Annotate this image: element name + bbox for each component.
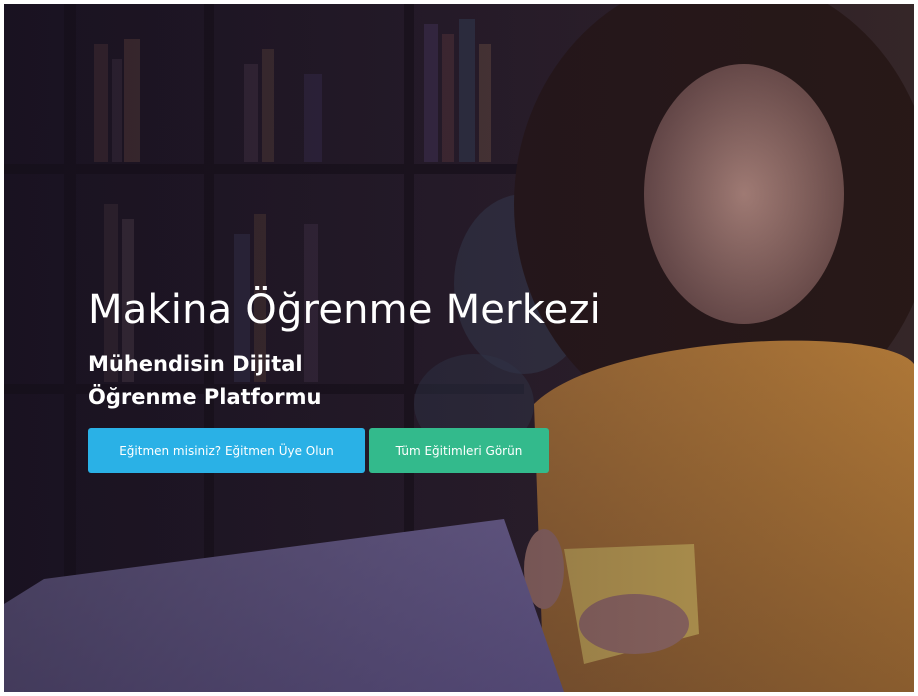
hero-subtitle-line-1: Mühendisin Dijital xyxy=(88,352,303,376)
view-all-courses-button[interactable]: Tüm Eğitimleri Görün xyxy=(369,428,549,473)
hero-subtitle-line-2: Öğrenme Platformu xyxy=(88,385,322,409)
hero-banner: Makina Öğrenme Merkezi Mühendisin Dijita… xyxy=(4,4,914,692)
hero-content: Makina Öğrenme Merkezi Mühendisin Dijita… xyxy=(88,284,688,473)
become-instructor-button[interactable]: Eğitmen misiniz? Eğitmen Üye Olun xyxy=(88,428,365,473)
hero-title: Makina Öğrenme Merkezi xyxy=(88,287,601,333)
hero-subtitle: Mühendisin Dijital Öğrenme Platformu xyxy=(88,348,688,414)
hero-actions: Eğitmen misiniz? Eğitmen Üye Olun Tüm Eğ… xyxy=(88,428,688,473)
